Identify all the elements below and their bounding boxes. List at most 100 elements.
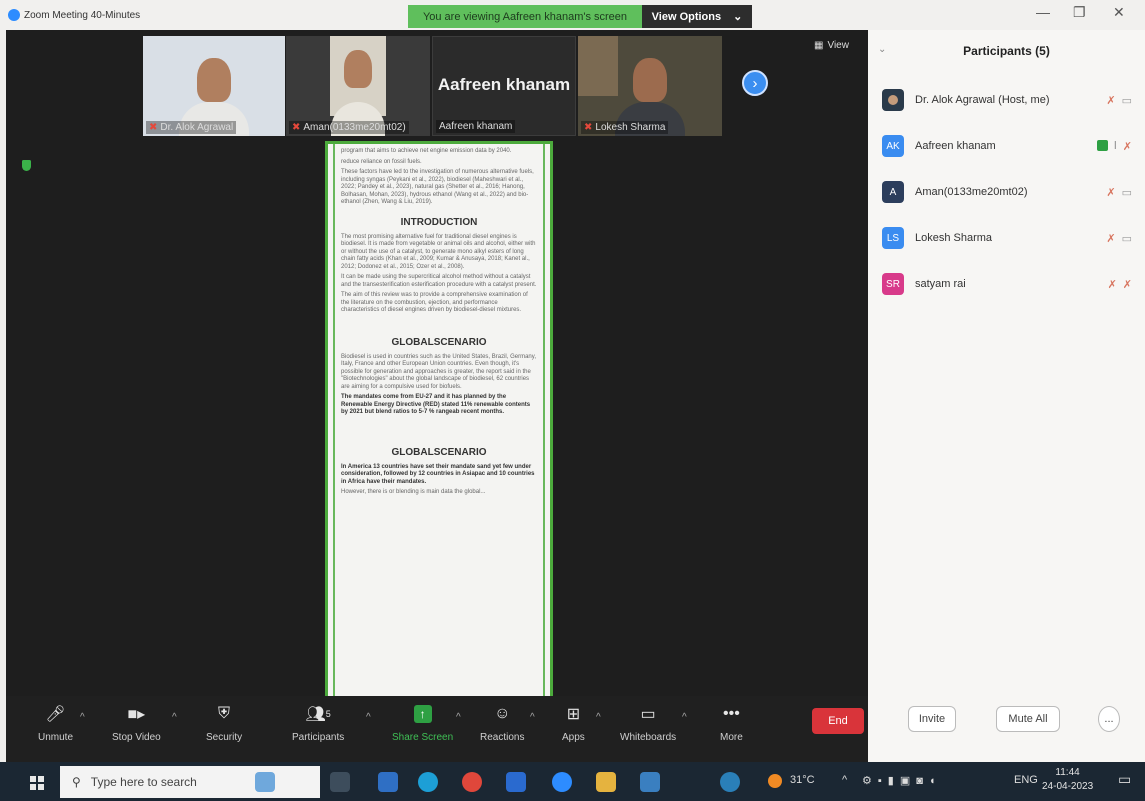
- zoom-taskbar-icon[interactable]: [552, 772, 572, 792]
- participant-status-icons: ✗ ▭: [1106, 186, 1132, 199]
- help-icon[interactable]: [720, 772, 740, 792]
- more-button[interactable]: ••• More: [720, 704, 743, 743]
- store-icon[interactable]: [378, 772, 398, 792]
- language-indicator[interactable]: ENG: [1014, 774, 1038, 786]
- close-button[interactable]: ✕: [1113, 4, 1125, 21]
- viewing-banner: You are viewing Aafreen khanam's screen: [408, 5, 642, 28]
- notifications-icon[interactable]: ▭: [1118, 771, 1131, 788]
- share-options-caret[interactable]: ^: [456, 712, 461, 723]
- search-placeholder: Type here to search: [90, 775, 197, 789]
- system-tray-icons[interactable]: ⚙▪▮▣◙◖: [862, 774, 942, 787]
- restore-button[interactable]: ❐: [1073, 4, 1086, 21]
- reactions-button[interactable]: ☺ Reactions: [480, 704, 524, 743]
- chevron-down-icon: ⌄: [733, 11, 743, 23]
- mic-muted-icon: ✖: [584, 122, 593, 133]
- doc-text: reduce reliance on fossil fuels.: [341, 158, 422, 165]
- apps-caret[interactable]: ^: [596, 712, 601, 723]
- windows-start-icon[interactable]: [30, 776, 44, 790]
- temperature[interactable]: 31°C: [790, 774, 815, 786]
- participant-row[interactable]: SR satyam rai ✗ ✗: [882, 272, 1132, 296]
- participants-button[interactable]: 👥︎ 5 Participants: [292, 704, 344, 743]
- participant-status-icons: ✗ ✗: [1108, 278, 1132, 291]
- file-explorer-icon[interactable]: [596, 772, 616, 792]
- participant-name: satyam rai: [915, 278, 966, 290]
- participants-panel: ⌄ Participants (5) Dr. Alok Agrawal (Hos…: [868, 30, 1145, 762]
- taskbar: ⚲ Type here to search 31°C ^ ⚙▪▮▣◙◖ ENG …: [0, 762, 1145, 801]
- security-button[interactable]: ⛨ Security: [206, 704, 242, 743]
- audio-options-caret[interactable]: ^: [80, 712, 85, 723]
- taskbar-search-box[interactable]: ⚲ Type here to search: [60, 766, 320, 798]
- shield-icon: ⛨: [218, 705, 231, 722]
- doc-text: It can be made using the supercritical a…: [341, 274, 537, 288]
- title-bar: Zoom Meeting 40-Minutes You are viewing …: [0, 0, 1145, 30]
- doc-heading: GLOBALSCENARIO: [391, 446, 487, 458]
- video-person-head: [197, 58, 231, 102]
- participant-row[interactable]: LS Lokesh Sharma ✗ ▭: [882, 226, 1132, 250]
- whiteboards-caret[interactable]: ^: [682, 712, 687, 723]
- taskbar-clock[interactable]: 11:44 24-04-2023: [1042, 766, 1093, 794]
- clock-date: 24-04-2023: [1042, 781, 1094, 792]
- video-tile-alok[interactable]: ✖ Dr. Alok Agrawal: [143, 36, 285, 136]
- grid-icon: ▦: [814, 40, 824, 51]
- participant-row[interactable]: Dr. Alok Agrawal (Host, me) ✗ ▭: [882, 88, 1132, 112]
- share-screen-button[interactable]: ↑ Share Screen: [392, 704, 453, 743]
- mute-all-button[interactable]: Mute All: [996, 706, 1060, 732]
- reactions-caret[interactable]: ^: [530, 712, 535, 723]
- participant-row[interactable]: A Aman(0133me20mt02) ✗ ▭: [882, 180, 1132, 204]
- doc-text: Biodiesel is used in countries such as t…: [341, 353, 536, 390]
- more-options-button[interactable]: ...: [1098, 706, 1120, 732]
- video-background: [578, 36, 618, 96]
- encryption-shield-icon: [22, 160, 31, 171]
- avatar: LS: [882, 227, 904, 249]
- video-camera-icon: ▭: [1121, 186, 1132, 199]
- end-meeting-button[interactable]: End: [812, 708, 864, 734]
- smiley-icon: ☺: [494, 705, 511, 722]
- minimize-button[interactable]: —: [1036, 4, 1050, 20]
- video-tile-aafreen[interactable]: Aafreen khanam Aafreen khanam: [432, 36, 576, 136]
- mic-muted-icon: ✗: [1106, 94, 1116, 107]
- widgets-icon[interactable]: [255, 772, 275, 792]
- doc-text: These factors have led to the investigat…: [341, 169, 534, 205]
- doc-text: The aim of this review was to provide a …: [341, 292, 528, 313]
- unmute-button[interactable]: 🎤︎ Unmute: [38, 704, 73, 743]
- view-options-button[interactable]: View Options ⌄: [642, 5, 752, 28]
- screen: Zoom Meeting 40-Minutes You are viewing …: [0, 0, 1145, 801]
- video-tile-name: Aafreen khanam: [436, 120, 516, 133]
- chrome-icon[interactable]: [462, 772, 482, 792]
- participant-row[interactable]: AK Aafreen khanam ǀ ✗: [882, 134, 1132, 158]
- mic-muted-icon: ✗: [1106, 232, 1116, 245]
- video-tile-aman[interactable]: ✖ Aman(0133me20mt02): [286, 36, 430, 136]
- participant-display-name: Aafreen khanam: [437, 75, 571, 94]
- tray-overflow-icon[interactable]: ^: [842, 774, 847, 786]
- whiteboard-icon: ▭: [640, 706, 656, 723]
- zoom-logo-icon: [8, 9, 20, 21]
- video-person-head: [633, 58, 667, 102]
- stop-video-button[interactable]: ■▸ Stop Video: [112, 704, 161, 743]
- app-title: Zoom Meeting 40-Minutes: [8, 9, 140, 21]
- user-photo-icon: [888, 95, 898, 105]
- whiteboards-button[interactable]: ▭ Whiteboards: [620, 704, 676, 743]
- video-camera-icon: ■▸: [127, 706, 146, 723]
- edge-icon[interactable]: [418, 772, 438, 792]
- shared-screen-document: program that aims to achieve net engine …: [325, 141, 553, 728]
- video-camera-icon: ▭: [1121, 232, 1132, 245]
- video-tile-lokesh[interactable]: ✖ Lokesh Sharma: [578, 36, 722, 136]
- doc-text: program that aims to achieve net engine …: [341, 148, 512, 154]
- more-icon: •••: [722, 705, 740, 722]
- participants-caret[interactable]: ^: [366, 712, 371, 723]
- video-tile-name: ✖ Aman(0133me20mt02): [289, 121, 409, 134]
- task-view-icon[interactable]: [330, 772, 350, 792]
- view-button[interactable]: ▦ View: [814, 40, 849, 51]
- app-icon[interactable]: [640, 772, 660, 792]
- doc-text: The mandates come from EU-27 and it has …: [341, 394, 531, 415]
- share-screen-icon: ↑: [413, 704, 432, 724]
- apps-button[interactable]: ⊞ Apps: [562, 704, 585, 743]
- video-options-caret[interactable]: ^: [172, 712, 177, 723]
- invite-button[interactable]: Invite: [908, 706, 956, 732]
- avatar: A: [882, 181, 904, 203]
- teams-icon[interactable]: [506, 772, 526, 792]
- document-body: program that aims to achieve net engine …: [333, 144, 545, 725]
- video-off-icon: ✗: [1122, 140, 1132, 153]
- clock-time: 11:44: [1055, 767, 1080, 778]
- next-page-button[interactable]: ›: [742, 70, 768, 96]
